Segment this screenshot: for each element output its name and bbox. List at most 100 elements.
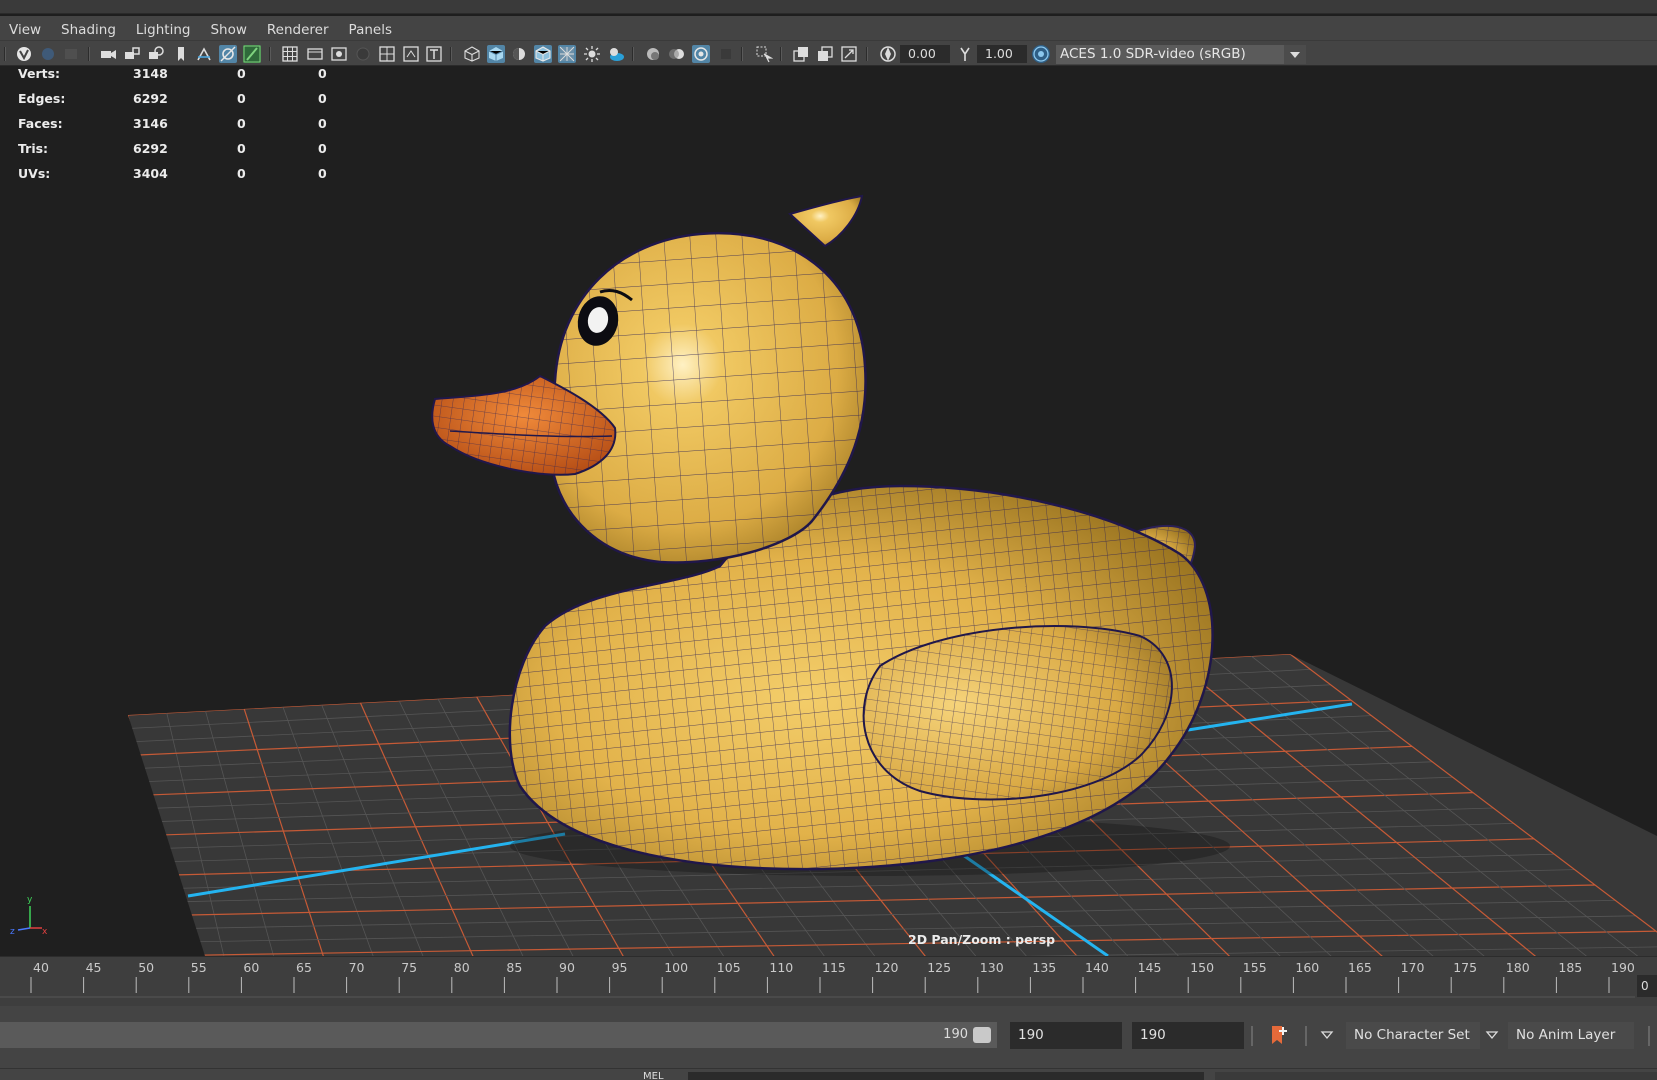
safe-title-icon[interactable] xyxy=(425,45,443,63)
bookmarks-icon[interactable] xyxy=(99,45,117,63)
wireframe-on-shaded-icon[interactable] xyxy=(534,45,552,63)
range-slider[interactable]: 190 xyxy=(0,1022,997,1048)
image-plane-icon[interactable] xyxy=(123,45,141,63)
symmetry-icon[interactable] xyxy=(219,45,237,63)
gate-mask-icon[interactable] xyxy=(354,45,372,63)
time-tick-label: 50 xyxy=(138,960,154,975)
hud-value: 6292 xyxy=(133,141,168,156)
gamma-icon[interactable] xyxy=(956,45,974,63)
panel-toolbar: 0.00 1.00 ACES 1.0 SDR-video (sRGB) xyxy=(0,40,1657,66)
hud-value: 0 xyxy=(237,66,246,81)
time-tick-label: 90 xyxy=(559,960,575,975)
character-set-dropdown[interactable]: No Character Set xyxy=(1346,1022,1480,1049)
backface-culling-icon[interactable] xyxy=(840,45,858,63)
grid-toggle-icon[interactable] xyxy=(281,45,299,63)
gamma-field[interactable]: 1.00 xyxy=(977,45,1027,63)
time-tick-label: 105 xyxy=(717,960,741,975)
current-frame-field[interactable]: 0 xyxy=(1637,975,1657,997)
hud-value: 6292 xyxy=(133,91,168,106)
time-tick-label: 125 xyxy=(927,960,951,975)
time-ruler[interactable]: 40 45 50 55 60 65 70 75 80 85 90 95 100 105 110 115 120 1… xyxy=(0,957,1635,1007)
hud-value: 0 xyxy=(318,141,327,156)
auto-key-icon[interactable] xyxy=(1268,1024,1290,1048)
toolbar-separator xyxy=(866,47,868,61)
chevron-down-icon[interactable] xyxy=(1320,1028,1334,1042)
menu-shading[interactable]: Shading xyxy=(61,22,116,38)
time-tick-label: 70 xyxy=(349,960,365,975)
exposure-field[interactable]: 0.00 xyxy=(900,45,950,63)
axis-label-y: y xyxy=(27,895,33,905)
toolbar-separator xyxy=(450,47,452,61)
anim-layer-dropdown[interactable]: No Anim Layer xyxy=(1508,1022,1634,1049)
hud-value: 3404 xyxy=(133,166,168,181)
axis-label-x: x xyxy=(42,927,48,937)
default-material-icon[interactable] xyxy=(510,45,528,63)
window-top-strip xyxy=(0,0,1657,14)
hud-value: 3146 xyxy=(133,116,168,131)
shadows-icon[interactable] xyxy=(607,45,625,63)
time-tick-label: 155 xyxy=(1243,960,1267,975)
resolution-gate-icon[interactable] xyxy=(330,45,348,63)
lights-icon[interactable] xyxy=(583,45,601,63)
view-axis-gizmo: y z x xyxy=(10,895,48,937)
axis-label-z: z xyxy=(10,927,15,937)
screen-space-ao-icon[interactable] xyxy=(644,45,662,63)
menu-panels[interactable]: Panels xyxy=(349,22,392,38)
time-tick-label: 150 xyxy=(1190,960,1214,975)
grease-pencil-icon[interactable] xyxy=(172,45,190,63)
soft-select-icon[interactable] xyxy=(243,45,261,63)
hud-value: 0 xyxy=(237,116,246,131)
exposure-icon[interactable] xyxy=(879,45,897,63)
snapshot-icon[interactable] xyxy=(195,45,213,63)
playback-end-field[interactable]: 190 xyxy=(1010,1022,1122,1049)
isolate-select-icon[interactable] xyxy=(755,45,773,63)
hud-value: 0 xyxy=(318,166,327,181)
film-gate-icon[interactable] xyxy=(306,45,324,63)
toolbar-separator xyxy=(780,47,782,61)
field-chart-icon[interactable] xyxy=(378,45,396,63)
divider-grip-icon xyxy=(1305,1026,1307,1046)
chevron-down-icon[interactable] xyxy=(1284,45,1306,64)
time-tick-label: 40 xyxy=(33,960,49,975)
color-management-icon[interactable] xyxy=(1032,45,1050,63)
time-tick-label: 115 xyxy=(822,960,846,975)
safe-action-icon[interactable] xyxy=(402,45,420,63)
menu-view[interactable]: View xyxy=(9,22,41,38)
select-camera-icon[interactable] xyxy=(15,45,33,63)
view-transform-dropdown[interactable]: ACES 1.0 SDR-video (sRGB) xyxy=(1056,45,1306,64)
animation-end-field[interactable]: 190 xyxy=(1132,1022,1244,1049)
time-tick-label: 190 xyxy=(1611,960,1635,975)
command-input[interactable] xyxy=(688,1072,1204,1080)
camera-attributes-icon[interactable] xyxy=(62,45,80,63)
hud-value: 0 xyxy=(318,91,327,106)
toolbar-separator xyxy=(741,47,743,61)
wireframe-icon[interactable] xyxy=(463,45,481,63)
xray-joints-icon[interactable] xyxy=(792,45,810,63)
chevron-down-icon[interactable] xyxy=(1485,1028,1499,1042)
perspective-viewport[interactable]: Verts: 3148 0 0 Edges: 6292 0 0 Faces: 3… xyxy=(0,66,1657,956)
time-tick-label: 55 xyxy=(191,960,207,975)
motion-blur-icon[interactable] xyxy=(668,45,686,63)
time-tick-label: 85 xyxy=(506,960,522,975)
xray-icon[interactable] xyxy=(558,45,576,63)
range-slider-handle[interactable] xyxy=(973,1027,991,1043)
menu-lighting[interactable]: Lighting xyxy=(136,22,191,38)
time-slider[interactable]: 40 45 50 55 60 65 70 75 80 85 90 95 100 105 110 115 120 1… xyxy=(0,956,1657,1006)
menu-show[interactable]: Show xyxy=(210,22,246,38)
time-tick-label: 80 xyxy=(454,960,470,975)
hud-label: Faces: xyxy=(18,116,63,131)
lock-camera-icon[interactable] xyxy=(39,45,57,63)
camera-name-label: 2D Pan/Zoom : persp xyxy=(908,932,1056,947)
anti-aliasing-icon[interactable] xyxy=(692,45,710,63)
hud-value: 0 xyxy=(318,116,327,131)
scene-render[interactable] xyxy=(0,66,1657,956)
menu-renderer[interactable]: Renderer xyxy=(267,22,329,38)
time-tick-label: 165 xyxy=(1348,960,1372,975)
two-d-pan-zoom-icon[interactable] xyxy=(147,45,165,63)
rubber-duck-model[interactable] xyxy=(431,194,1230,876)
smooth-shade-icon[interactable] xyxy=(487,45,505,63)
script-mode-label[interactable]: MEL xyxy=(643,1071,664,1080)
time-tick-label: 185 xyxy=(1558,960,1582,975)
xray-active-icon[interactable] xyxy=(816,45,834,63)
depth-of-field-icon[interactable] xyxy=(717,45,735,63)
